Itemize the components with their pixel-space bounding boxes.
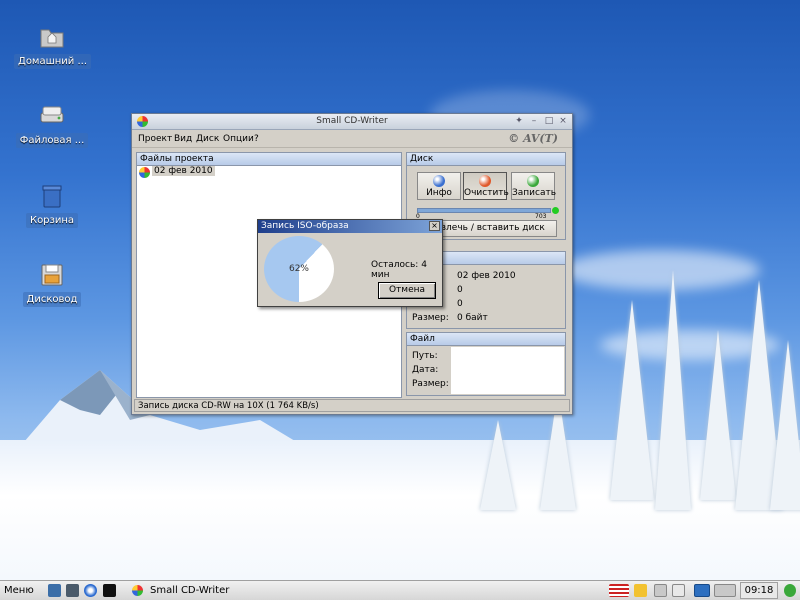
list-item[interactable]: 02 фев 2010 [137,166,401,179]
trash-icon [39,183,65,209]
menu-project[interactable]: Проект [138,134,172,144]
close-icon[interactable]: × [558,116,568,126]
desktop-pager-icon[interactable] [714,584,736,597]
info-button[interactable]: Инфо [417,172,461,200]
pin-icon[interactable]: ✦ [514,116,524,126]
desktop-icon-filesystem[interactable]: Файловая ... [14,103,90,148]
disc-icon [139,167,150,178]
home-folder-icon [39,24,65,50]
status-text: Запись диска CD-RW на 10X (1 764 KB/s) [138,401,319,411]
desktop-icon-floppy[interactable]: Дисковод [14,262,90,307]
status-bar: Запись диска CD-RW на 10X (1 764 KB/s) [134,399,570,412]
tray-app-icon[interactable] [654,584,667,597]
dialog-titlebar[interactable]: Запись ISO-образа × [258,220,442,233]
notes-icon[interactable] [634,584,647,597]
project-size-value: 0 байт [457,313,488,323]
menu-disc[interactable]: Диск [196,134,219,144]
hard-drive-icon [39,103,65,129]
write-icon [527,175,539,187]
file-info-header: Файл [407,333,565,346]
project-folders-count: 0 [457,299,463,309]
iso-write-dialog: Запись ISO-образа × 62% Осталось: 4 мин … [257,219,443,307]
start-menu-button[interactable]: Меню [4,585,34,596]
desktop-pager-active-icon[interactable] [694,584,710,597]
window-title: Small CD-Writer [316,116,388,126]
file-size-label: Размер: [412,379,449,389]
brand-logo: © AV(T) [508,132,558,145]
system-tray-icon[interactable] [784,584,796,597]
menu-options[interactable]: Опции [223,134,254,144]
taskbar-window-button[interactable]: Small CD-Writer [126,582,246,599]
eject-button-label: Извлечь / вставить диск [429,223,545,233]
file-info-group: Файл Путь: Дата: Размер: [406,332,566,396]
desktop-icon-label: Корзина [25,213,79,228]
list-item-label: 02 фев 2010 [152,166,215,176]
write-button[interactable]: Записать [511,172,557,200]
progress-percent-text: 62% [288,264,309,274]
desktop-icon-home[interactable]: Домашний ... [14,24,92,69]
project-size-label: Размер: [412,313,449,323]
info-button-label: Инфо [426,188,452,198]
taskbar: Меню Small CD-Writer 09:18 [0,580,800,600]
minimize-icon[interactable]: – [529,116,539,126]
media-launcher-icon[interactable] [103,584,116,597]
erase-button[interactable]: Очистить [463,172,509,200]
keyboard-layout-flag-icon[interactable] [609,584,629,597]
status-led-icon [552,207,559,214]
remaining-time-text: Осталось: 4 мин [371,260,427,280]
project-files-count: 0 [457,285,463,295]
window-switcher-icon[interactable] [672,584,685,597]
floppy-drive-icon [39,262,65,288]
disc-group-header: Диск [407,153,565,166]
cancel-button-label: Отмена [388,285,426,295]
dialog-title: Запись ISO-образа [261,221,349,231]
erase-icon [479,175,491,187]
disc-capacity-bar [417,208,551,213]
taskbar-window-title: Small CD-Writer [150,585,230,596]
terminal-launcher-icon[interactable] [66,584,79,597]
cancel-button[interactable]: Отмена [378,282,436,299]
window-titlebar[interactable]: Small CD-Writer ✦ – □ × [132,114,572,130]
desktop-icon-trash[interactable]: Корзина [14,183,90,228]
file-path-label: Путь: [412,351,438,361]
dialog-close-icon[interactable]: × [429,221,440,231]
desktop-icon-label: Домашний ... [14,54,92,69]
desktop-launcher-icon[interactable] [48,584,61,597]
info-icon [433,175,445,187]
menubar: Проект Вид Диск Опции ? © AV(T) [132,130,572,148]
menu-view[interactable]: Вид [174,134,192,144]
project-date-value: 02 фев 2010 [457,271,516,281]
capacity-max-label: 703 [535,213,547,220]
clock[interactable]: 09:18 [740,582,778,599]
project-files-header: Файлы проекта [137,153,401,166]
erase-button-label: Очистить [464,188,509,198]
desktop-icon-label: Дисковод [22,292,82,307]
write-button-label: Записать [512,188,557,198]
file-info-values [451,347,564,394]
browser-launcher-icon[interactable] [84,584,97,597]
file-date-label: Дата: [412,365,439,375]
app-icon [132,585,143,596]
desktop-icon-label: Файловая ... [15,133,89,148]
maximize-icon[interactable]: □ [544,116,554,126]
menu-help[interactable]: ? [254,134,259,144]
progress-pie: 62% [264,236,334,302]
